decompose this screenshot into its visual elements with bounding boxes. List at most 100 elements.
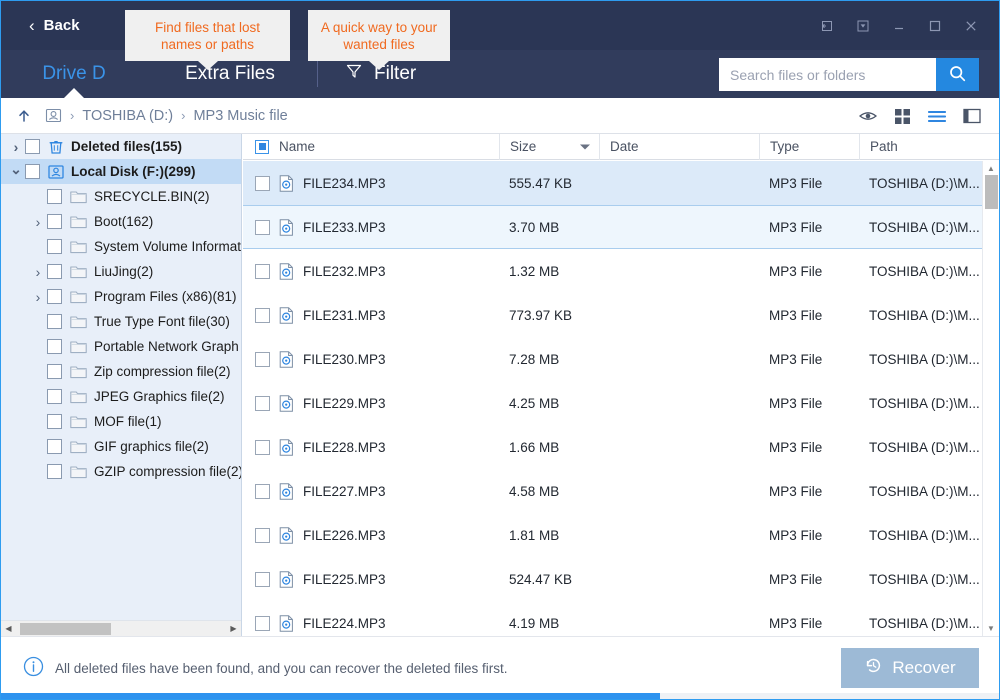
tree-item-checkbox[interactable] xyxy=(47,439,62,454)
table-row[interactable]: FILE229.MP34.25 MBMP3 FileTOSHIBA (D:)\M… xyxy=(243,381,982,425)
row-checkbox[interactable] xyxy=(255,264,270,279)
tree-item[interactable]: Portable Network Graph xyxy=(1,334,241,359)
tree-item[interactable]: JPEG Graphics file(2) xyxy=(1,384,241,409)
tree-item-checkbox[interactable] xyxy=(47,464,62,479)
close-icon[interactable] xyxy=(953,8,989,44)
column-header-path-label: Path xyxy=(870,139,898,154)
preview-eye-icon[interactable] xyxy=(859,109,877,123)
row-checkbox[interactable] xyxy=(255,528,270,543)
folder-icon xyxy=(70,365,87,379)
scroll-thumb[interactable] xyxy=(20,623,111,635)
chevron-right-icon[interactable]: › xyxy=(29,264,47,280)
table-row[interactable]: FILE233.MP33.70 MBMP3 FileTOSHIBA (D:)\M… xyxy=(243,205,982,249)
back-button[interactable]: ‹ Back xyxy=(29,17,80,34)
tree-item[interactable]: Zip compression file(2) xyxy=(1,359,241,384)
scroll-down-icon[interactable]: ▼ xyxy=(983,621,999,636)
column-header-size[interactable]: Size xyxy=(499,134,599,160)
tree-item[interactable]: ⌄Local Disk (F:)(299) xyxy=(1,159,241,184)
tree-item-checkbox[interactable] xyxy=(25,139,40,154)
tree-item-checkbox[interactable] xyxy=(47,239,62,254)
table-row[interactable]: FILE224.MP34.19 MBMP3 FileTOSHIBA (D:)\M… xyxy=(243,601,982,636)
column-header-name[interactable]: Name xyxy=(243,134,499,160)
table-row[interactable]: FILE230.MP37.28 MBMP3 FileTOSHIBA (D:)\M… xyxy=(243,337,982,381)
file-name-label: FILE224.MP3 xyxy=(303,616,386,631)
cell-path: TOSHIBA (D:)\M... xyxy=(859,176,982,191)
tree-item-checkbox[interactable] xyxy=(25,164,40,179)
details-pane-icon[interactable] xyxy=(963,108,981,124)
feedback-icon[interactable] xyxy=(845,8,881,44)
tree-item[interactable]: ›Deleted files(155) xyxy=(1,134,241,159)
table-row[interactable]: FILE226.MP31.81 MBMP3 FileTOSHIBA (D:)\M… xyxy=(243,513,982,557)
tree-item[interactable]: ›Boot(162) xyxy=(1,209,241,234)
cell-path: TOSHIBA (D:)\M... xyxy=(859,308,982,323)
tree-item[interactable]: SRECYCLE.BIN(2) xyxy=(1,184,241,209)
row-checkbox[interactable] xyxy=(255,572,270,587)
row-checkbox[interactable] xyxy=(255,308,270,323)
column-header-date[interactable]: Date xyxy=(599,134,759,160)
tree-item-checkbox[interactable] xyxy=(47,214,62,229)
row-checkbox[interactable] xyxy=(255,220,270,235)
tree-item-checkbox[interactable] xyxy=(47,314,62,329)
tree-item-checkbox[interactable] xyxy=(47,389,62,404)
minimize-icon[interactable] xyxy=(881,8,917,44)
row-checkbox[interactable] xyxy=(255,440,270,455)
tree-item-checkbox[interactable] xyxy=(47,364,62,379)
drive-icon[interactable] xyxy=(45,107,62,124)
arrow-up-icon[interactable] xyxy=(16,108,32,124)
cell-size: 1.66 MB xyxy=(499,440,599,455)
chevron-down-icon[interactable]: ⌄ xyxy=(7,161,25,178)
row-checkbox[interactable] xyxy=(255,176,270,191)
maximize-icon[interactable] xyxy=(917,8,953,44)
search-button[interactable] xyxy=(936,58,979,91)
breadcrumb-item-0[interactable]: TOSHIBA (D:) xyxy=(82,108,173,124)
tree-item[interactable]: ›LiuJing(2) xyxy=(1,259,241,284)
tree-item-checkbox[interactable] xyxy=(47,289,62,304)
table-row[interactable]: FILE234.MP3555.47 KBMP3 FileTOSHIBA (D:)… xyxy=(243,161,982,205)
cell-path: TOSHIBA (D:)\M... xyxy=(859,616,982,631)
select-all-checkbox[interactable] xyxy=(255,140,269,154)
column-header-path[interactable]: Path xyxy=(859,134,999,160)
tree-item-checkbox[interactable] xyxy=(47,414,62,429)
tree-item-checkbox[interactable] xyxy=(47,189,62,204)
mp3-file-icon xyxy=(279,175,294,192)
row-checkbox[interactable] xyxy=(255,616,270,631)
chevron-right-icon[interactable]: › xyxy=(7,139,25,155)
scroll-left-icon[interactable]: ◀ xyxy=(1,624,16,633)
breadcrumb-item-1[interactable]: MP3 Music file xyxy=(193,108,287,124)
scroll-up-icon[interactable]: ▲ xyxy=(983,161,999,176)
row-checkbox[interactable] xyxy=(255,396,270,411)
recover-button[interactable]: Recover xyxy=(841,648,979,688)
table-row[interactable]: FILE225.MP3524.47 KBMP3 FileTOSHIBA (D:)… xyxy=(243,557,982,601)
tree-item-checkbox[interactable] xyxy=(47,339,62,354)
scroll-track[interactable] xyxy=(16,621,226,637)
tree-item[interactable]: System Volume Informat xyxy=(1,234,241,259)
tree-item[interactable]: GZIP compression file(2) xyxy=(1,459,241,484)
tree-item-checkbox[interactable] xyxy=(47,264,62,279)
grid-view-icon[interactable] xyxy=(894,108,911,125)
table-row[interactable]: FILE231.MP3773.97 KBMP3 FileTOSHIBA (D:)… xyxy=(243,293,982,337)
tab-drive-d[interactable]: Drive D xyxy=(19,50,129,98)
chevron-right-icon[interactable]: › xyxy=(29,214,47,230)
row-checkbox[interactable] xyxy=(255,352,270,367)
table-row[interactable]: FILE227.MP34.58 MBMP3 FileTOSHIBA (D:)\M… xyxy=(243,469,982,513)
folder-icon xyxy=(70,265,87,279)
tree-item[interactable]: ›Program Files (x86)(81) xyxy=(1,284,241,309)
chevron-right-icon[interactable]: › xyxy=(29,289,47,305)
sidebar-horizontal-scrollbar[interactable]: ◀ ▶ xyxy=(1,620,241,636)
search-input[interactable] xyxy=(719,58,936,91)
callout-filter: A quick way to your wanted files xyxy=(308,10,450,61)
tree-item[interactable]: True Type Font file(30) xyxy=(1,309,241,334)
column-header-type[interactable]: Type xyxy=(759,134,859,160)
tree-item[interactable]: MOF file(1) xyxy=(1,409,241,434)
table-row[interactable]: FILE232.MP31.32 MBMP3 FileTOSHIBA (D:)\M… xyxy=(243,249,982,293)
restore-down-icon[interactable] xyxy=(809,8,845,44)
vertical-scroll-thumb[interactable] xyxy=(985,175,998,209)
cell-name: FILE232.MP3 xyxy=(243,263,499,280)
table-row[interactable]: FILE228.MP31.66 MBMP3 FileTOSHIBA (D:)\M… xyxy=(243,425,982,469)
file-list-vertical-scrollbar[interactable]: ▲ ▼ xyxy=(982,161,999,636)
tree-item[interactable]: GIF graphics file(2) xyxy=(1,434,241,459)
list-view-icon[interactable] xyxy=(928,109,946,124)
scroll-right-icon[interactable]: ▶ xyxy=(226,624,241,633)
cell-type: MP3 File xyxy=(759,440,859,455)
row-checkbox[interactable] xyxy=(255,484,270,499)
